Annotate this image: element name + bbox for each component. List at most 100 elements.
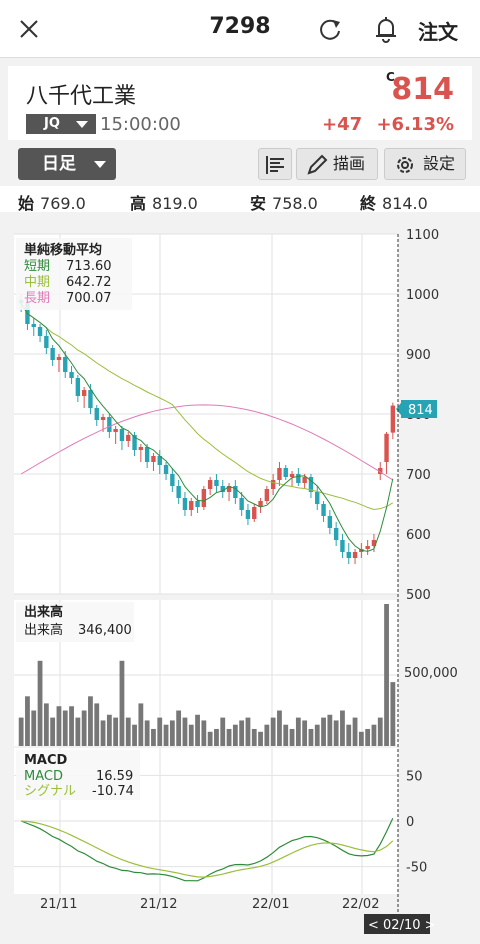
ma-short-value: 713.60 xyxy=(66,259,112,274)
dropdown-caret-icon xyxy=(76,121,88,128)
candle-body xyxy=(239,498,244,510)
volume-bar xyxy=(358,731,364,746)
volume-bar xyxy=(270,717,276,746)
candle-body xyxy=(207,480,213,489)
volume-bar xyxy=(113,717,119,746)
volume-bar xyxy=(132,724,137,746)
price-tick-label: 700 xyxy=(406,468,431,483)
price-tick-label: 600 xyxy=(406,528,431,543)
macd-value: 16.59 xyxy=(96,769,133,784)
candle-body xyxy=(270,480,276,489)
volume-bar xyxy=(163,724,169,746)
candle-body xyxy=(163,465,169,474)
macd-tick-label: 0 xyxy=(406,815,414,830)
volume-bar xyxy=(321,717,326,746)
volume-bar xyxy=(94,703,100,746)
volume-bar xyxy=(43,703,49,746)
volume-bar xyxy=(75,717,81,746)
draw-button[interactable]: 描画 xyxy=(296,148,378,180)
candle-body xyxy=(81,390,87,396)
market-select[interactable]: JQ xyxy=(26,114,96,134)
list-icon xyxy=(266,156,284,174)
candle-body xyxy=(289,474,295,477)
volume-bar xyxy=(377,717,383,746)
candle-body xyxy=(296,474,301,483)
x-tick-label: 21/12 xyxy=(140,897,177,912)
volume-value: 346,400 xyxy=(78,623,132,638)
candle-body xyxy=(144,447,150,462)
volume-bar xyxy=(239,720,245,746)
price-tick-label: 900 xyxy=(406,348,431,363)
volume-bar xyxy=(25,696,30,746)
volume-bar xyxy=(81,710,87,746)
period-select[interactable]: 日足 xyxy=(18,148,116,180)
candle-body xyxy=(327,516,333,528)
candle-body xyxy=(56,357,62,360)
settings-button[interactable]: 設定 xyxy=(384,148,466,180)
volume-bar xyxy=(314,724,320,746)
refresh-icon[interactable] xyxy=(316,15,344,43)
volume-bar xyxy=(333,720,339,746)
volume-bar xyxy=(371,724,377,746)
stock-summary: 八千代工業 JQ 15:00:00 C 814 +47 +6.13% xyxy=(8,66,472,140)
candle-body xyxy=(107,417,112,432)
volume-bar xyxy=(251,728,257,746)
bell-icon[interactable] xyxy=(372,14,400,44)
chart-area[interactable]: 単純移動平均 短期 713.60 中期 642.72 長期 700.07 110… xyxy=(0,212,480,940)
volume-bar xyxy=(56,706,62,746)
candle-body xyxy=(138,447,144,450)
candle-body xyxy=(277,468,282,480)
macd-tick-label: 50 xyxy=(406,769,423,784)
stock-chart[interactable]: 単純移動平均 短期 713.60 中期 642.72 長期 700.07 110… xyxy=(0,212,480,940)
volume-bar xyxy=(289,728,295,746)
cursor-date[interactable]: < 02/10 > xyxy=(368,918,436,933)
volume-bar xyxy=(258,731,263,746)
candle-body xyxy=(176,486,181,498)
volume-bar xyxy=(69,706,74,746)
macd-tick-label: -50 xyxy=(406,861,427,876)
volume-bar xyxy=(207,731,213,746)
candle-body xyxy=(75,378,81,396)
candle-body xyxy=(50,348,55,360)
volume-bar xyxy=(214,728,219,746)
volume-bar xyxy=(295,717,301,746)
draw-label: 描画 xyxy=(333,154,366,173)
volume-bar xyxy=(346,724,352,746)
chart-toolbar: 日足 描画 設定 xyxy=(0,144,480,184)
candle-body xyxy=(100,417,106,420)
volume-bar xyxy=(138,703,144,746)
change-value: +47 xyxy=(322,114,363,135)
candle-body xyxy=(151,456,156,462)
low-price: 安 758.0 xyxy=(250,194,318,213)
candle-body xyxy=(333,528,339,540)
macd-title: MACD xyxy=(24,753,68,768)
volume-bar xyxy=(220,717,226,746)
volume-bar xyxy=(226,728,232,746)
close-price: 終 814.0 xyxy=(360,194,428,213)
order-button[interactable]: 注文 xyxy=(418,16,458,45)
candle-body xyxy=(88,390,93,408)
period-label: 日足 xyxy=(42,154,76,174)
volume-bar xyxy=(201,720,207,746)
open-price: 始 769.0 xyxy=(18,194,86,213)
volume-bar xyxy=(327,714,333,746)
price-tag: 814 xyxy=(408,403,433,418)
volume-bar xyxy=(31,710,37,746)
candle-body xyxy=(390,405,396,433)
candle-body xyxy=(201,489,207,507)
ma-long-name: 長期 xyxy=(24,291,50,306)
volume-bar xyxy=(245,717,251,746)
indicator-list-button[interactable] xyxy=(258,148,292,180)
macd-name: MACD xyxy=(24,769,63,784)
volume-bar xyxy=(144,720,150,746)
volume-bar xyxy=(188,724,194,746)
volume-bar xyxy=(390,682,396,746)
volume-bar xyxy=(119,660,125,746)
candle-body xyxy=(113,429,118,432)
candle-body xyxy=(37,327,43,336)
candle-body xyxy=(44,336,49,348)
ma-legend-title: 単純移動平均 xyxy=(24,242,102,258)
volume-bar xyxy=(195,714,200,746)
candle-body xyxy=(69,372,74,378)
volume-bar xyxy=(151,728,156,746)
